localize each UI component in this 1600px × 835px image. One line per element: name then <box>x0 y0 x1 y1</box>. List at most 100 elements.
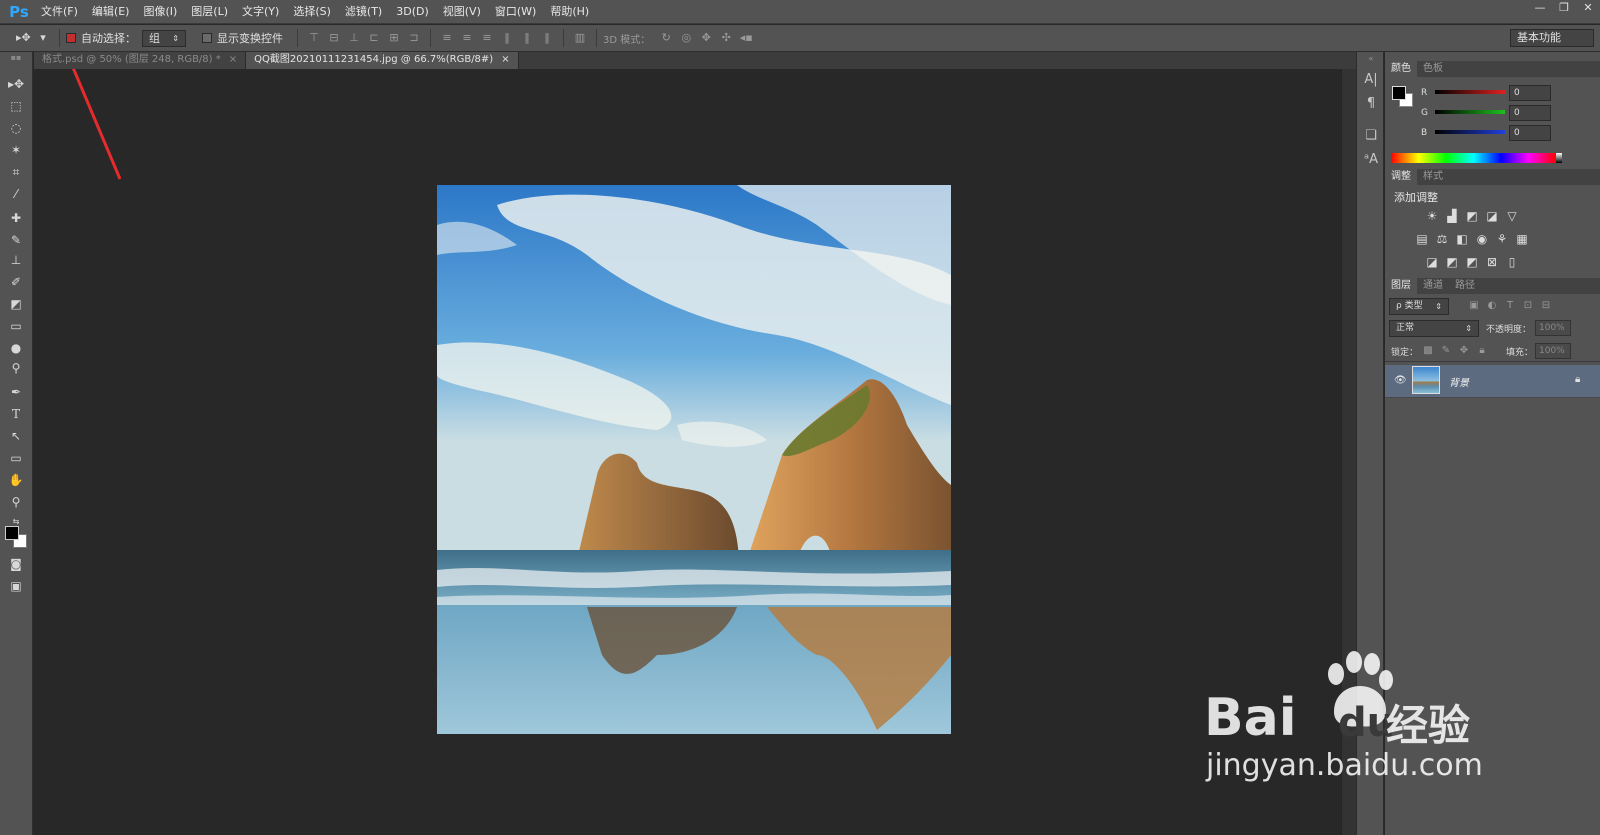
restore-button[interactable]: ❐ <box>1552 0 1576 16</box>
tab-document-2[interactable]: QQ截图20210111231454.jpg @ 66.7%(RGB/8#) × <box>246 52 519 69</box>
tab-channels[interactable]: 通道 <box>1417 278 1449 294</box>
color-balance-icon[interactable]: ⚖ <box>1435 233 1449 245</box>
color-spectrum[interactable] <box>1391 153 1556 163</box>
layer-name[interactable]: 背景 <box>1449 374 1469 389</box>
distribute-bottom-icon[interactable]: ≡ <box>480 31 494 45</box>
black-white-icon[interactable]: ◧ <box>1455 233 1469 245</box>
para-style-icon[interactable]: ᵃA <box>1363 152 1379 170</box>
minimize-button[interactable]: — <box>1528 0 1552 16</box>
smart-object-filter-icon[interactable]: ⊟ <box>1539 300 1553 312</box>
opacity-field[interactable]: 100% <box>1535 320 1571 336</box>
align-vcenter-icon[interactable]: ⊟ <box>327 31 341 45</box>
pixel-filter-icon[interactable]: ▣ <box>1467 300 1481 312</box>
menu-window[interactable]: 窗口(W) <box>488 1 543 23</box>
red-value-field[interactable]: 0 <box>1509 85 1551 101</box>
magic-wand-icon[interactable]: ✶ <box>5 140 27 160</box>
marquee-tool-icon[interactable]: ⬚ <box>5 96 27 116</box>
lasso-tool-icon[interactable]: ◌ <box>5 118 27 138</box>
gradient-map-icon[interactable]: ▯ <box>1505 256 1519 268</box>
workspace-switcher[interactable]: 基本功能 <box>1510 29 1594 47</box>
quick-mask-icon[interactable]: ◙ <box>5 554 27 574</box>
selective-color-icon[interactable]: ⊠ <box>1485 256 1499 268</box>
menu-select[interactable]: 选择(S) <box>286 1 338 23</box>
eye-icon[interactable]: 👁︎ <box>1394 375 1407 386</box>
blue-track[interactable] <box>1435 130 1505 134</box>
zoom-tool-icon[interactable]: ⚲ <box>5 492 27 512</box>
paragraph-panel-icon[interactable]: ¶ <box>1363 96 1379 114</box>
distribute-left-icon[interactable]: ‖ <box>500 31 514 45</box>
pen-tool-icon[interactable]: ✒ <box>5 382 27 402</box>
distribute-right-icon[interactable]: ‖ <box>540 31 554 45</box>
tab-layers[interactable]: 图层 <box>1385 278 1417 294</box>
tab-document-1[interactable]: 格式.psd @ 50% (图层 248, RGB/8) * × <box>34 52 247 69</box>
menu-view[interactable]: 视图(V) <box>436 1 488 23</box>
brush-tool-icon[interactable]: ✎ <box>5 230 27 250</box>
align-bottom-icon[interactable]: ⊥ <box>347 31 361 45</box>
levels-icon[interactable]: ▟ <box>1445 210 1459 222</box>
hand-tool-icon[interactable]: ✋ <box>5 470 27 490</box>
adjustment-filter-icon[interactable]: ◐ <box>1485 300 1499 312</box>
foreground-color-swatch[interactable] <box>5 526 19 540</box>
threshold-icon[interactable]: ◩ <box>1465 256 1479 268</box>
blue-value-field[interactable]: 0 <box>1509 125 1551 141</box>
align-right-icon[interactable]: ⊐ <box>407 31 421 45</box>
crop-tool-icon[interactable]: ⌗ <box>5 162 27 182</box>
distribute-vcenter-icon[interactable]: ≡ <box>460 31 474 45</box>
tab-adjustments[interactable]: 调整 <box>1385 169 1417 185</box>
black-white-ramp[interactable] <box>1556 153 1562 163</box>
toolbox-grip[interactable]: ▪▪ <box>5 54 27 62</box>
distribute-top-icon[interactable]: ≡ <box>440 31 454 45</box>
align-top-icon[interactable]: ⊤ <box>307 31 321 45</box>
invert-icon[interactable]: ◪ <box>1425 256 1439 268</box>
lock-position-icon[interactable]: ✥ <box>1457 345 1471 357</box>
healing-brush-icon[interactable]: ✚ <box>5 208 27 228</box>
type-tool-icon[interactable]: T <box>5 404 27 424</box>
history-brush-icon[interactable]: ✐ <box>5 272 27 292</box>
3d-rotate-icon[interactable]: ↻ <box>659 31 673 45</box>
close-icon[interactable]: × <box>501 52 509 69</box>
blue-slider[interactable]: B 0 <box>1421 125 1596 144</box>
move-tool-icon[interactable]: ▸✥ <box>5 74 27 94</box>
foreground-color-swatch[interactable] <box>1392 86 1406 100</box>
brightness-icon[interactable]: ☀ <box>1425 210 1439 222</box>
auto-select-dropdown[interactable]: 组 ⇕ <box>142 29 186 47</box>
curves-icon[interactable]: ◩ <box>1465 210 1479 222</box>
blur-tool-icon[interactable]: ● <box>5 338 27 358</box>
posterize-icon[interactable]: ◩ <box>1445 256 1459 268</box>
layer-row[interactable]: 👁︎ 背景 🔒︎ <box>1385 365 1600 397</box>
screen-mode-icon[interactable]: ▣ <box>5 576 27 596</box>
lock-pixels-icon[interactable]: ✎ <box>1439 345 1453 357</box>
layer-filter-dropdown[interactable]: ρ 类型 ⇕ <box>1389 298 1449 315</box>
menu-filter[interactable]: 滤镜(T) <box>338 1 389 23</box>
tab-color[interactable]: 颜色 <box>1385 61 1417 77</box>
close-icon[interactable]: × <box>229 52 237 69</box>
type-filter-icon[interactable]: T <box>1503 300 1517 312</box>
3d-pan-icon[interactable]: ✥ <box>699 31 713 45</box>
menu-edit[interactable]: 编辑(E) <box>85 1 137 23</box>
shape-filter-icon[interactable]: ⊡ <box>1521 300 1535 312</box>
distribute-hcenter-icon[interactable]: ‖ <box>520 31 534 45</box>
exposure-icon[interactable]: ◪ <box>1485 210 1499 222</box>
menu-file[interactable]: 文件(F) <box>34 1 85 23</box>
menu-help[interactable]: 帮助(H) <box>543 1 596 23</box>
character-panel-icon[interactable]: A| <box>1363 72 1379 90</box>
char-style-icon[interactable]: ❏ <box>1363 128 1379 146</box>
stamp-tool-icon[interactable]: ⊥ <box>5 250 27 270</box>
canvas-area[interactable] <box>34 69 1356 835</box>
3d-scale-icon[interactable]: ◂▪ <box>739 31 753 45</box>
document-image[interactable] <box>437 185 951 734</box>
menu-layer[interactable]: 图层(L) <box>184 1 235 23</box>
green-slider[interactable]: G 0 <box>1421 105 1596 124</box>
channel-mixer-icon[interactable]: ⚘ <box>1495 233 1509 245</box>
show-transform-checkbox[interactable] <box>202 33 212 43</box>
align-hcenter-icon[interactable]: ⊞ <box>387 31 401 45</box>
close-button[interactable]: ✕ <box>1576 0 1600 16</box>
vibrance-icon[interactable]: ▽ <box>1505 210 1519 222</box>
red-track[interactable] <box>1435 90 1505 94</box>
menu-3d[interactable]: 3D(D) <box>389 1 436 23</box>
auto-select-checkbox[interactable] <box>66 33 76 43</box>
lock-all-icon[interactable]: 🔒︎ <box>1475 345 1489 357</box>
eyedropper-tool-icon[interactable]: ⁄ <box>5 184 27 204</box>
tab-styles[interactable]: 样式 <box>1417 169 1449 185</box>
eraser-tool-icon[interactable]: ◩ <box>5 294 27 314</box>
